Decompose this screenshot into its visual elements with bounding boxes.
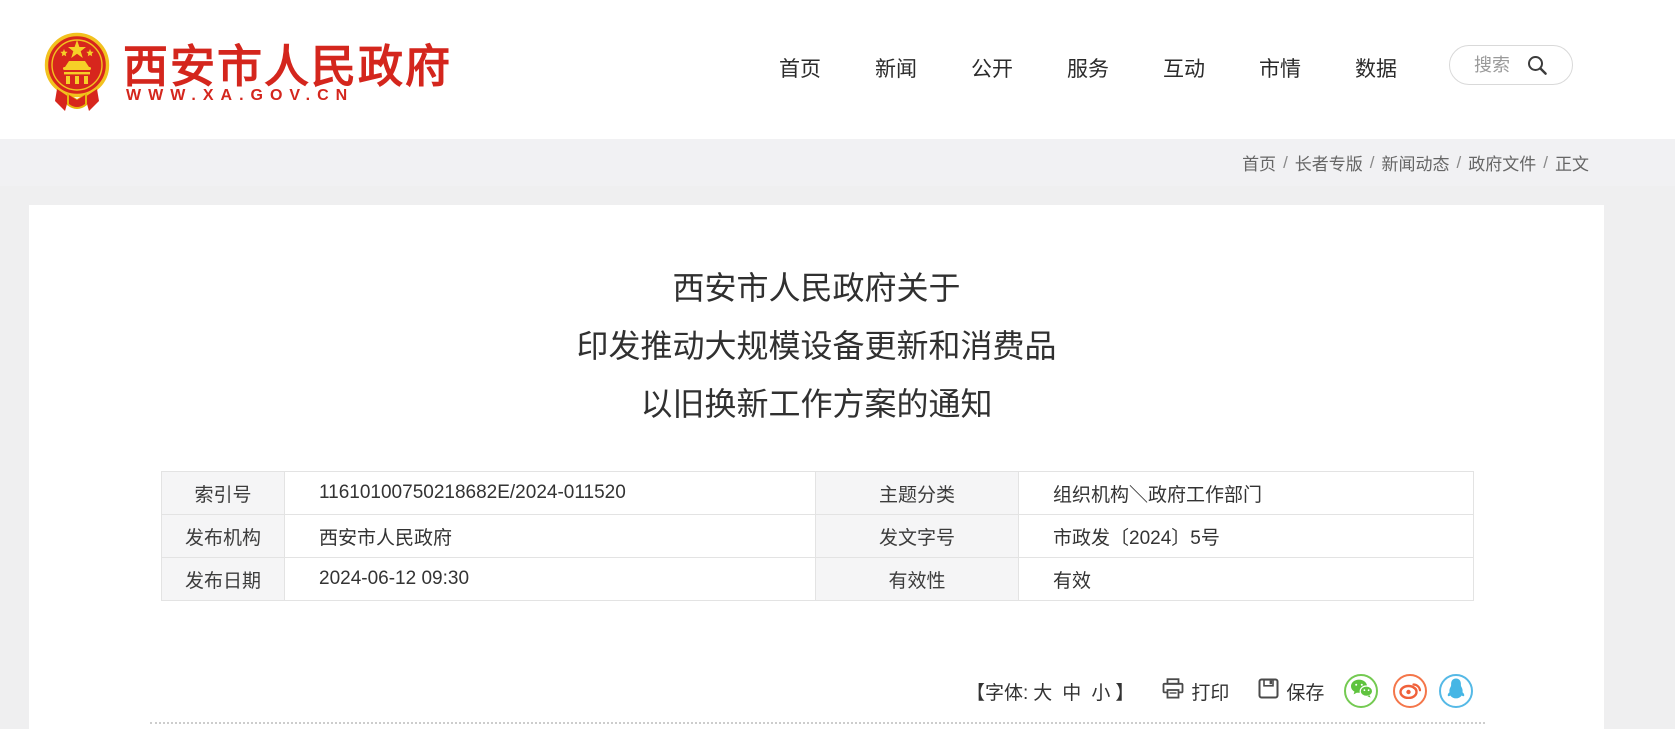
table-row: 发布日期 2024-06-12 09:30 有效性 有效 bbox=[162, 558, 1474, 601]
breadcrumb-documents[interactable]: 政府文件 bbox=[1468, 150, 1536, 175]
page-title-line-1: 西安市人民政府关于 bbox=[29, 259, 1604, 317]
document-meta-table: 索引号 11610100750218682E/2024-011520 主题分类 … bbox=[161, 471, 1474, 601]
meta-label-index-no: 索引号 bbox=[162, 472, 285, 515]
meta-label-doc-number: 发文字号 bbox=[816, 515, 1019, 558]
font-size-control: 【字体: 大 中 小 】 bbox=[966, 678, 1134, 705]
site-logo[interactable]: 西安市人民政府 WWW.XA.GOV.CN bbox=[43, 25, 403, 119]
site-url: WWW.XA.GOV.CN bbox=[126, 87, 354, 105]
font-size-prefix: 【字体: bbox=[966, 678, 1028, 705]
nav-item-home[interactable]: 首页 bbox=[779, 53, 821, 83]
meta-label-issuing-org: 发布机构 bbox=[162, 515, 285, 558]
breadcrumb-news[interactable]: 新闻动态 bbox=[1382, 150, 1450, 175]
article-toolbar: 【字体: 大 中 小 】 打印 bbox=[966, 671, 1473, 711]
font-size-suffix: 】 bbox=[1115, 678, 1134, 705]
breadcrumb-home[interactable]: 首页 bbox=[1242, 150, 1276, 175]
breadcrumb-separator: / bbox=[1370, 153, 1375, 173]
print-button[interactable]: 打印 bbox=[1162, 678, 1229, 705]
weibo-share-button[interactable] bbox=[1393, 674, 1427, 708]
nav-item-service[interactable]: 服务 bbox=[1067, 53, 1109, 83]
wechat-share-icon bbox=[1350, 679, 1373, 704]
nav-item-data[interactable]: 数据 bbox=[1355, 53, 1397, 83]
site-header: 西安市人民政府 WWW.XA.GOV.CN 首页 新闻 公开 服务 互动 市情 … bbox=[0, 0, 1675, 139]
font-size-large[interactable]: 大 bbox=[1033, 678, 1052, 705]
search-box[interactable] bbox=[1449, 45, 1573, 85]
font-size-medium[interactable]: 中 bbox=[1062, 678, 1081, 705]
qq-share-button[interactable] bbox=[1439, 674, 1473, 708]
breadcrumb-separator: / bbox=[1543, 153, 1548, 173]
nav-item-city[interactable]: 市情 bbox=[1259, 53, 1301, 83]
breadcrumb: 首页 / 长者专版 / 新闻动态 / 政府文件 / 正文 bbox=[0, 139, 1675, 186]
nav-item-interact[interactable]: 互动 bbox=[1163, 53, 1205, 83]
dotted-divider bbox=[150, 722, 1485, 724]
printer-icon bbox=[1162, 678, 1184, 705]
meta-value-index-no: 11610100750218682E/2024-011520 bbox=[285, 472, 816, 515]
font-size-small[interactable]: 小 bbox=[1091, 678, 1110, 705]
meta-value-publish-date: 2024-06-12 09:30 bbox=[285, 558, 816, 601]
weibo-share-icon bbox=[1399, 678, 1422, 705]
national-emblem-icon bbox=[43, 27, 111, 123]
wechat-share-button[interactable] bbox=[1344, 674, 1378, 708]
article-card: 西安市人民政府关于 印发推动大规模设备更新和消费品 以旧换新工作方案的通知 索引… bbox=[29, 205, 1604, 729]
page-title: 西安市人民政府关于 印发推动大规模设备更新和消费品 以旧换新工作方案的通知 bbox=[29, 259, 1604, 433]
nav-item-open[interactable]: 公开 bbox=[971, 53, 1013, 83]
qq-share-icon bbox=[1446, 677, 1466, 706]
save-button[interactable]: 保存 bbox=[1258, 678, 1324, 705]
meta-value-topic: 组织机构＼政府工作部门 bbox=[1019, 472, 1474, 515]
meta-value-issuing-org: 西安市人民政府 bbox=[285, 515, 816, 558]
nav-item-news[interactable]: 新闻 bbox=[875, 53, 917, 83]
site-name: 西安市人民政府 bbox=[123, 30, 452, 95]
page-title-line-3: 以旧换新工作方案的通知 bbox=[29, 375, 1604, 433]
meta-value-validity: 有效 bbox=[1019, 558, 1474, 601]
search-input[interactable] bbox=[1474, 55, 1518, 76]
floppy-disk-icon bbox=[1258, 678, 1279, 705]
meta-label-topic: 主题分类 bbox=[816, 472, 1019, 515]
breadcrumb-elder[interactable]: 长者专版 bbox=[1295, 150, 1363, 175]
page-title-line-2: 印发推动大规模设备更新和消费品 bbox=[29, 317, 1604, 375]
table-row: 索引号 11610100750218682E/2024-011520 主题分类 … bbox=[162, 472, 1474, 515]
breadcrumb-separator: / bbox=[1457, 153, 1462, 173]
meta-label-validity: 有效性 bbox=[816, 558, 1019, 601]
main-nav: 首页 新闻 公开 服务 互动 市情 数据 bbox=[779, 46, 1397, 90]
breadcrumb-current: 正文 bbox=[1555, 150, 1589, 175]
table-row: 发布机构 西安市人民政府 发文字号 市政发〔2024〕5号 bbox=[162, 515, 1474, 558]
meta-label-publish-date: 发布日期 bbox=[162, 558, 285, 601]
save-label: 保存 bbox=[1286, 678, 1324, 705]
search-icon[interactable] bbox=[1526, 54, 1548, 76]
print-label: 打印 bbox=[1191, 678, 1229, 705]
meta-value-doc-number: 市政发〔2024〕5号 bbox=[1019, 515, 1474, 558]
breadcrumb-separator: / bbox=[1283, 153, 1288, 173]
